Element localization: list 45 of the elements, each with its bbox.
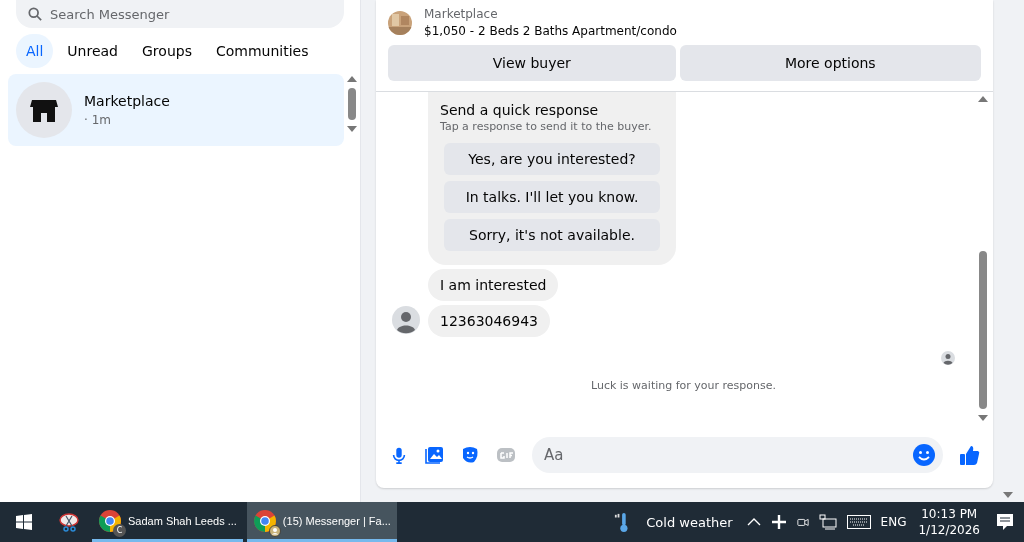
taskbar-app[interactable]: (15) Messenger | Fa... [246,502,397,542]
thumbs-up-icon[interactable] [959,444,981,466]
chevron-up-icon[interactable] [746,517,761,527]
filter-tab[interactable]: All [16,34,54,68]
quick-response-title: Send a quick response [440,102,600,118]
profile-avatar-icon [268,524,281,537]
notification-icon[interactable] [996,513,1014,531]
search-field[interactable]: Search Messenger [16,0,344,28]
windows-start-icon[interactable] [16,514,32,530]
chrome-icon [252,508,277,533]
snipping-tool-icon[interactable] [58,510,82,534]
listing-title: $1,050 - 2 Beds 2 Baths Apartment/condo [424,24,677,38]
weather-label[interactable]: Cold weather [646,514,733,530]
plus-icon[interactable] [770,514,787,530]
listing-source: Marketplace [424,7,499,21]
search-icon [28,7,42,21]
action-button[interactable]: More options [679,45,981,81]
quick-response-option[interactable]: Yes, are you interested? [444,143,660,175]
taskbar-app[interactable]: C Sadam Shah Leeds ... [92,502,243,542]
chat-time: · 1m [84,113,112,127]
sticker-icon[interactable] [460,445,480,465]
filter-tab[interactable]: Communities [205,34,319,68]
avatar-icon [392,306,420,334]
waiting-note: Luck is waiting for your response. [591,379,776,392]
language-indicator[interactable]: ENG [880,515,907,529]
photo-icon[interactable] [424,445,444,465]
clock-time[interactable]: 10:13 PM [921,506,978,522]
seen-avatar-icon [941,351,955,365]
message-bubble: I am interested [428,269,559,301]
filter-tab[interactable]: Unread [57,34,128,68]
message-field[interactable]: Aa [532,437,943,473]
quick-response-option[interactable]: In talks. I'll let you know. [444,181,660,213]
chat-item[interactable]: Marketplace · 1m [8,74,344,146]
quick-response-subtitle: Tap a response to send it to the buyer. [440,120,653,133]
filter-tab[interactable]: Groups [132,34,202,68]
network-icon[interactable] [818,514,837,530]
message-bubble: 12363046943 [428,305,550,337]
emoji-icon[interactable] [913,444,935,466]
chat-name: Marketplace [84,93,170,109]
microphone-icon[interactable] [390,445,408,465]
action-button[interactable]: View buyer [388,45,676,81]
keyboard-icon[interactable] [846,515,871,529]
clock-date[interactable]: 1/12/2026 [918,522,980,538]
quick-response-option[interactable]: Sorry, it's not available. [444,219,660,251]
chrome-icon [98,508,122,533]
